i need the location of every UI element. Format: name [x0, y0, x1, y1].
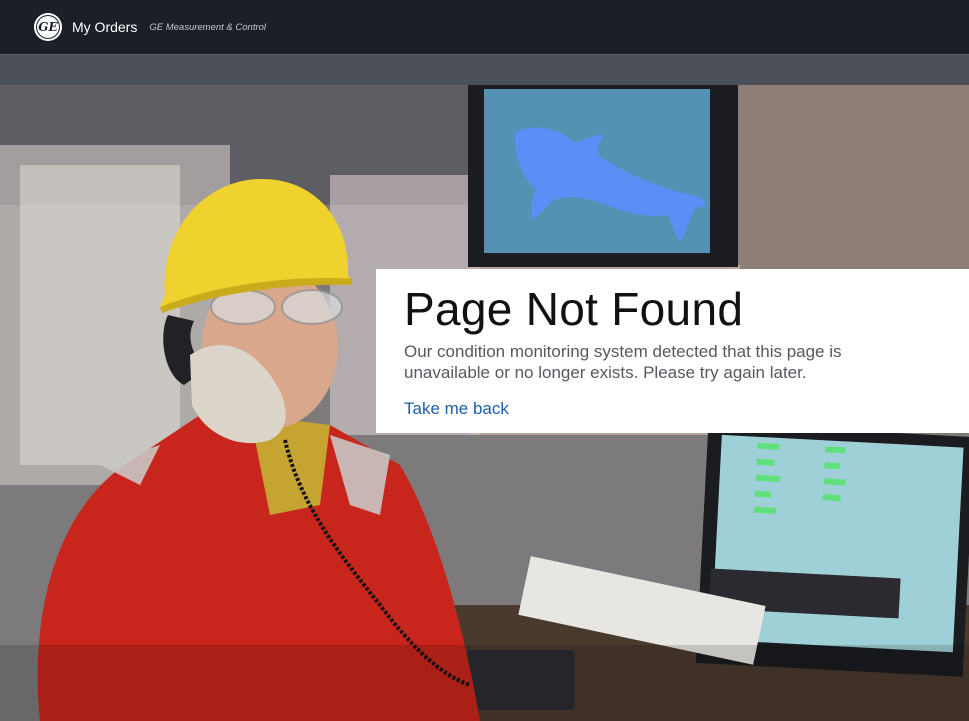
app-title[interactable]: My Orders	[72, 19, 137, 35]
page-not-found-heading: Page Not Found	[404, 283, 744, 335]
take-me-back-link[interactable]: Take me back	[404, 399, 509, 419]
ge-logo-icon[interactable]: GE	[34, 13, 62, 41]
error-message: Our condition monitoring system detected…	[404, 342, 842, 382]
top-navigation-bar: GE My Orders GE Measurement & Control	[0, 0, 969, 54]
app-subtitle: GE Measurement & Control	[149, 21, 267, 33]
error-card: Page Not Found Our condition monitoring …	[376, 269, 969, 433]
secondary-bar	[0, 54, 969, 85]
